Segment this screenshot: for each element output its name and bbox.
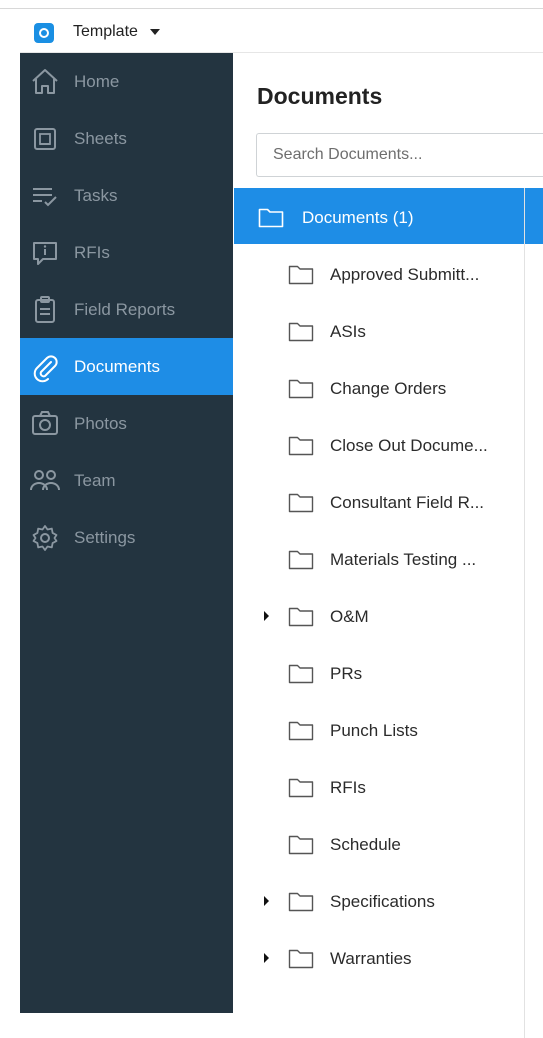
- caret-down-icon[interactable]: [150, 29, 160, 35]
- folder-icon: [288, 833, 314, 855]
- camera-icon: [28, 407, 62, 441]
- tree-item-label: ASIs: [330, 322, 366, 341]
- tree-item-label: Approved Submitt...: [330, 265, 480, 284]
- tree-item[interactable]: Consultant Field R...: [233, 473, 524, 529]
- tree-item[interactable]: Punch Lists: [233, 701, 524, 757]
- tree-item[interactable]: Schedule: [233, 815, 524, 871]
- sidebar-item-home[interactable]: Home: [20, 53, 233, 110]
- page-title: Documents: [257, 83, 383, 109]
- sidebar-item-tasks[interactable]: Tasks: [20, 167, 233, 224]
- sidebar-item-label: Photos: [74, 414, 127, 433]
- tree-item-label: Consultant Field R...: [330, 493, 485, 512]
- search-input[interactable]: [256, 133, 543, 177]
- sheets-icon: [28, 122, 62, 156]
- documents-panel: Documents Documents (1) Approved Submitt…: [233, 53, 543, 1038]
- expand-arrow-icon[interactable]: [264, 896, 269, 906]
- tasks-icon: [28, 179, 62, 213]
- divider: [0, 8, 543, 9]
- tree-item-label: O&M: [330, 607, 369, 626]
- tree-item-label: Materials Testing ...: [330, 550, 477, 569]
- tree-item-label: RFIs: [330, 778, 366, 797]
- folder-icon: [288, 320, 314, 342]
- expand-arrow-icon[interactable]: [264, 611, 269, 621]
- tree-item[interactable]: Change Orders: [233, 359, 524, 415]
- tree-root-documents[interactable]: Documents (1): [234, 188, 543, 244]
- sidebar-item-label: Team: [74, 471, 116, 490]
- divider: [524, 188, 525, 1038]
- tree-item[interactable]: Close Out Docume...: [233, 416, 524, 472]
- folder-icon: [288, 434, 314, 456]
- tree-item[interactable]: PRs: [233, 644, 524, 700]
- expand-arrow-icon[interactable]: [264, 953, 269, 963]
- tree-item-label: Punch Lists: [330, 721, 418, 740]
- project-selector-label[interactable]: Template: [73, 23, 138, 41]
- tree-item[interactable]: Specifications: [233, 872, 524, 928]
- tree-item[interactable]: Materials Testing ...: [233, 530, 524, 586]
- tree-item-label: Change Orders: [330, 379, 447, 398]
- sidebar-item-documents[interactable]: Documents: [20, 338, 233, 395]
- sidebar-item-label: Settings: [74, 528, 136, 547]
- tree-root-label: Documents (1): [302, 208, 414, 227]
- home-icon: [28, 65, 62, 99]
- tree-item-label: Specifications: [330, 892, 435, 911]
- sidebar-item-photos[interactable]: Photos: [20, 395, 233, 452]
- sidebar-item-label: RFIs: [74, 243, 110, 262]
- sidebar-item-label: Field Reports: [74, 300, 176, 319]
- rfi-icon: [28, 236, 62, 270]
- folder-icon: [288, 776, 314, 798]
- folder-icon: [288, 548, 314, 570]
- folder-icon: [288, 605, 314, 627]
- tree-item[interactable]: O&M: [233, 587, 524, 643]
- paperclip-icon: [28, 350, 62, 384]
- tree-item-label: Warranties: [330, 949, 412, 968]
- folder-icon: [288, 890, 314, 912]
- sidebar-item-label: Documents: [74, 357, 160, 376]
- team-icon: [28, 464, 62, 498]
- sidebar-item-field-reports[interactable]: Field Reports: [20, 281, 233, 338]
- folder-icon: [288, 947, 314, 969]
- sidebar-item-sheets[interactable]: Sheets: [20, 110, 233, 167]
- sidebar-item-label: Sheets: [74, 129, 127, 148]
- tree-item[interactable]: Approved Submitt...: [233, 245, 524, 301]
- tree-item-label: Close Out Docume...: [330, 436, 488, 455]
- tree-item[interactable]: Warranties: [233, 929, 524, 985]
- tree-item[interactable]: RFIs: [233, 758, 524, 814]
- sidebar: Home Sheets Tasks RFIs Field Reports Doc…: [20, 53, 233, 1013]
- sidebar-item-settings[interactable]: Settings: [20, 509, 233, 566]
- gear-icon: [28, 521, 62, 555]
- folder-icon: [258, 206, 284, 228]
- folder-icon: [288, 662, 314, 684]
- sidebar-item-label: Home: [74, 72, 120, 91]
- folder-icon: [288, 491, 314, 513]
- tree-item-label: Schedule: [330, 835, 401, 854]
- sidebar-item-team[interactable]: Team: [20, 452, 233, 509]
- app-logo-icon[interactable]: [34, 23, 54, 43]
- folder-icon: [288, 377, 314, 399]
- clipboard-icon: [28, 293, 62, 327]
- sidebar-item-rfis[interactable]: RFIs: [20, 224, 233, 281]
- tree-item[interactable]: ASIs: [233, 302, 524, 358]
- tree-item-label: PRs: [330, 664, 363, 683]
- folder-icon: [288, 263, 314, 285]
- folder-icon: [288, 719, 314, 741]
- sidebar-item-label: Tasks: [74, 186, 118, 205]
